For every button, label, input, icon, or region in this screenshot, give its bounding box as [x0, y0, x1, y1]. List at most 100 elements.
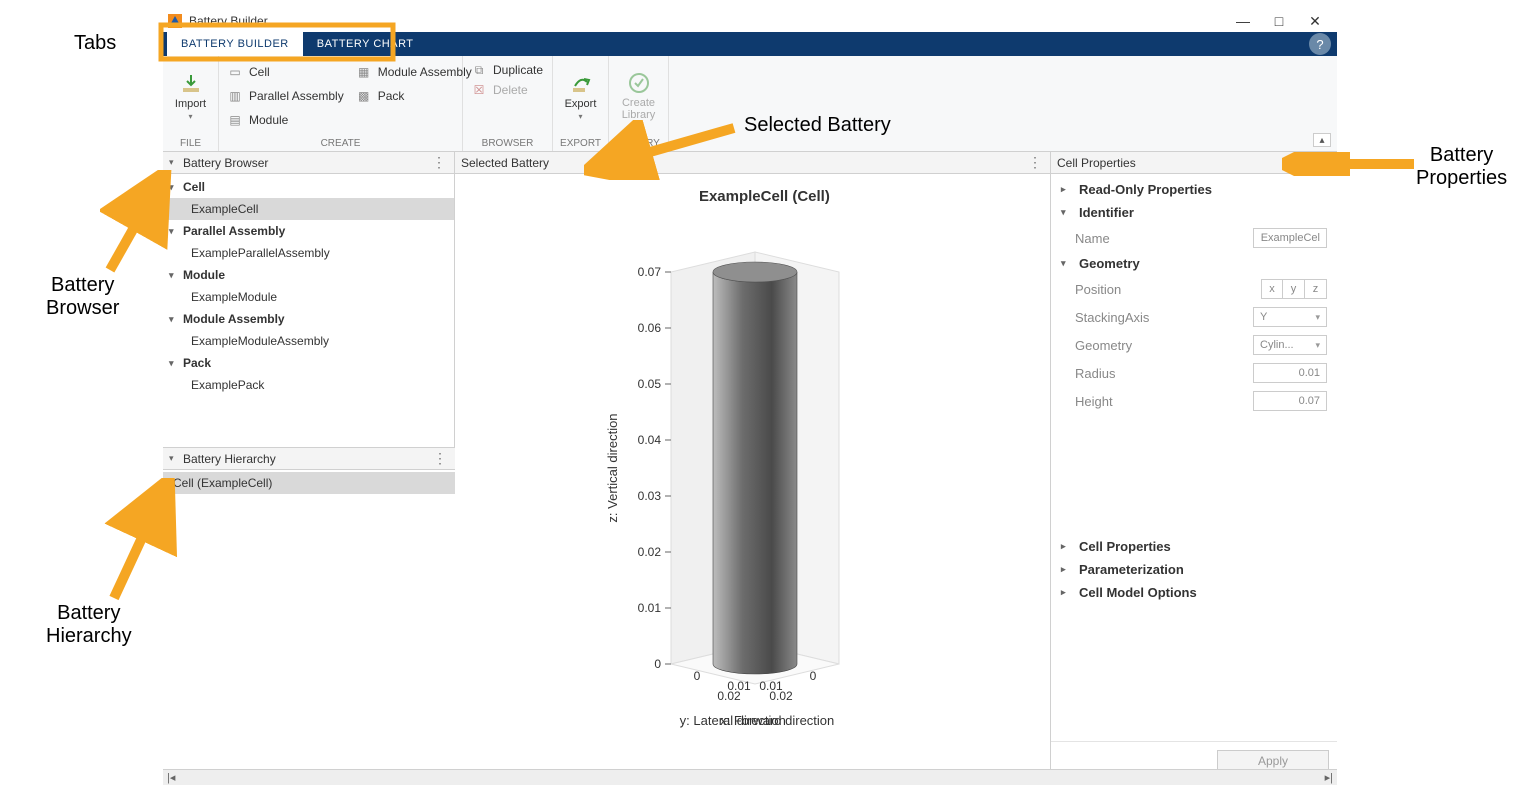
export-icon	[569, 72, 593, 96]
create-parallel-assembly-button[interactable]: ▥Parallel Assembly	[227, 84, 344, 108]
delete-button[interactable]: ☒Delete	[471, 82, 544, 98]
battery-browser-tree: ▾CellExampleCell▾Parallel AssemblyExampl…	[163, 174, 454, 398]
hierarchy-item[interactable]: Cell (ExampleCell)	[163, 472, 455, 494]
module-assembly-icon: ▦	[356, 64, 372, 80]
delete-label: Delete	[493, 83, 528, 97]
collapse-icon: ▾	[1061, 258, 1071, 269]
group-label-file: FILE	[163, 138, 218, 149]
scroll-right-button[interactable]: ▸|	[1325, 771, 1333, 784]
annot-arrow-hierarchy	[104, 478, 184, 608]
section-readonly[interactable]: ▸ Read-Only Properties	[1061, 178, 1327, 201]
svg-text:0.04: 0.04	[638, 433, 662, 447]
battery-browser-header[interactable]: ▾ Battery Browser ⋮	[163, 152, 454, 174]
collapse-icon: ▾	[169, 314, 179, 325]
svg-text:0.06: 0.06	[638, 321, 662, 335]
name-input[interactable]: ExampleCel	[1253, 228, 1327, 248]
selected-battery-panel: Selected Battery ⋮ ExampleCell (Cell) 00…	[455, 152, 1051, 780]
annot-arrow-selected	[584, 120, 744, 180]
create-cell-button[interactable]: ▭ Cell	[227, 60, 344, 84]
tree-item[interactable]: ExampleCell	[163, 198, 454, 220]
svg-text:0.05: 0.05	[638, 377, 662, 391]
tree-group[interactable]: ▾Module	[163, 264, 454, 286]
section-geometry[interactable]: ▾Geometry	[1061, 252, 1327, 275]
create-module-assembly-label: Module Assembly	[378, 65, 472, 79]
footer: |◂ ▸|	[163, 769, 1337, 785]
help-button[interactable]: ?	[1309, 33, 1331, 55]
duplicate-label: Duplicate	[493, 63, 543, 77]
annot-browser: Battery Browser	[46, 274, 119, 320]
tree-item[interactable]: ExamplePack	[163, 374, 454, 396]
svg-text:0: 0	[694, 669, 701, 683]
section-cell-model-options[interactable]: ▸Cell Model Options	[1061, 581, 1327, 604]
panel-menu-button[interactable]: ⋮	[430, 154, 448, 171]
viewer-3d[interactable]: ExampleCell (Cell) 00.010.020.030.040.05…	[455, 174, 1050, 780]
window-maximize-button[interactable]: □	[1261, 10, 1297, 32]
parallel-assembly-icon: ▥	[227, 88, 243, 104]
group-label-create: CREATE	[219, 138, 462, 149]
geometry-dropdown[interactable]: Cylin...	[1253, 335, 1327, 355]
field-radius: Radius 0.01	[1061, 359, 1327, 387]
expand-icon: ▸	[1061, 184, 1071, 195]
selected-battery-header[interactable]: Selected Battery ⋮	[455, 152, 1050, 174]
pack-icon: ▩	[356, 88, 372, 104]
ribbon-group-browser: ⧉Duplicate ☒Delete BROWSER	[463, 56, 553, 151]
radius-input[interactable]: 0.01	[1253, 363, 1327, 383]
ribbon-collapse-button[interactable]: ▴	[1313, 133, 1331, 147]
svg-text:0.02: 0.02	[638, 545, 662, 559]
svg-text:0.03: 0.03	[638, 489, 662, 503]
name-label: Name	[1075, 231, 1110, 246]
create-pack-button[interactable]: ▩Pack	[356, 84, 472, 108]
create-cell-label: Cell	[249, 65, 270, 79]
section-identifier[interactable]: ▾Identifier	[1061, 201, 1327, 224]
radius-label: Radius	[1075, 366, 1115, 381]
ribbon-group-file: Import ▾ FILE	[163, 56, 219, 151]
tree-group[interactable]: ▾Pack	[163, 352, 454, 374]
field-position: Position x y z	[1061, 275, 1327, 303]
create-module-button[interactable]: ▤Module	[227, 108, 344, 132]
position-z[interactable]: z	[1305, 279, 1327, 299]
svg-text:z: Vertical direction: z: Vertical direction	[605, 413, 620, 522]
tree-item[interactable]: ExampleModule	[163, 286, 454, 308]
height-input[interactable]: 0.07	[1253, 391, 1327, 411]
position-x[interactable]: x	[1261, 279, 1283, 299]
duplicate-button[interactable]: ⧉Duplicate	[471, 62, 544, 78]
svg-text:0: 0	[654, 657, 661, 671]
create-module-assembly-button[interactable]: ▦ Module Assembly	[356, 60, 472, 84]
battery-hierarchy-title: Battery Hierarchy	[183, 452, 276, 466]
window-minimize-button[interactable]: —	[1225, 10, 1261, 32]
geometry-label: Geometry	[1075, 338, 1132, 353]
annot-hierarchy: Battery Hierarchy	[46, 602, 132, 648]
annot-tabs: Tabs	[74, 32, 116, 55]
collapse-icon: ▾	[169, 453, 179, 464]
collapse-icon: ▾	[169, 358, 179, 369]
position-xyz[interactable]: x y z	[1261, 279, 1327, 299]
scroll-left-button[interactable]: |◂	[167, 771, 175, 784]
position-y[interactable]: y	[1283, 279, 1305, 299]
selected-battery-title: Selected Battery	[461, 156, 549, 170]
annot-arrow-props	[1282, 152, 1422, 176]
export-label: Export	[565, 98, 597, 110]
ribbon-group-create: ▭Cell ▦Module Assembly ▥Parallel Assembl…	[219, 56, 463, 151]
section-parameterization[interactable]: ▸Parameterization	[1061, 558, 1327, 581]
tree-group[interactable]: ▾Module Assembly	[163, 308, 454, 330]
import-icon	[179, 72, 203, 96]
annot-arrow-browser	[100, 170, 180, 280]
chevron-down-icon: ▾	[188, 112, 192, 121]
tree-group[interactable]: ▾Cell	[163, 176, 454, 198]
stacking-dropdown[interactable]: Y	[1253, 307, 1327, 327]
svg-text:y: Lateral direction: y: Lateral direction	[680, 713, 786, 728]
section-cell-properties[interactable]: ▸Cell Properties	[1061, 535, 1327, 558]
annot-props: Battery Properties	[1416, 144, 1507, 190]
tree-item[interactable]: ExampleParallelAssembly	[163, 242, 454, 264]
annot-selected: Selected Battery	[744, 114, 891, 137]
tree-group[interactable]: ▾Parallel Assembly	[163, 220, 454, 242]
section-readonly-label: Read-Only Properties	[1079, 182, 1212, 197]
tree-item[interactable]: ExampleModuleAssembly	[163, 330, 454, 352]
import-button[interactable]: Import ▾	[171, 60, 210, 132]
battery-hierarchy-header[interactable]: ▾ Battery Hierarchy ⋮	[163, 448, 455, 470]
panel-menu-button[interactable]: ⋮	[1026, 154, 1044, 171]
panel-menu-button[interactable]: ⋮	[431, 450, 449, 467]
cell-icon: ▭	[227, 64, 243, 80]
window-close-button[interactable]: ✕	[1297, 10, 1333, 32]
collapse-icon: ▾	[1061, 207, 1071, 218]
